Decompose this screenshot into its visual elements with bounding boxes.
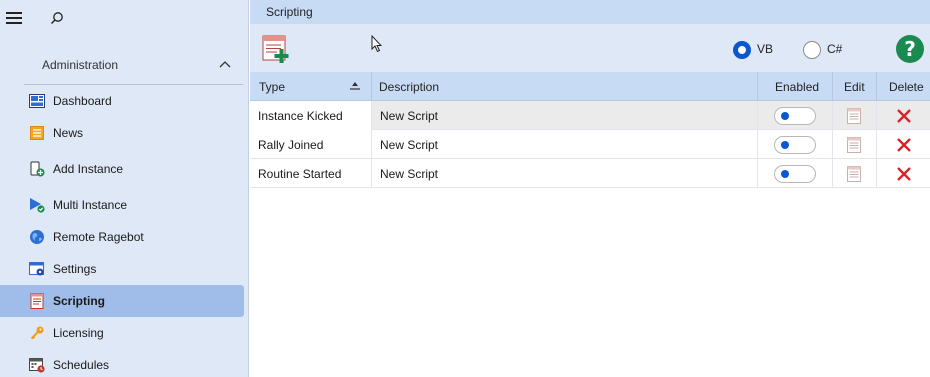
sidebar-item-label: News bbox=[53, 126, 84, 140]
sidebar-item-label: Settings bbox=[53, 262, 97, 276]
table-header: Type Description Enabled Edit Delete bbox=[250, 72, 930, 101]
sidebar-item-licensing[interactable]: Licensing bbox=[0, 317, 244, 349]
sidebar-item-news[interactable]: News bbox=[0, 117, 244, 149]
edit-cell bbox=[833, 101, 877, 130]
enabled-toggle[interactable] bbox=[774, 107, 816, 125]
settings-window-icon bbox=[29, 262, 44, 276]
sidebar-item-multi-instance[interactable]: Multi Instance bbox=[0, 189, 244, 221]
add-instance-icon bbox=[30, 161, 45, 177]
sidebar-item-label: Multi Instance bbox=[53, 198, 128, 212]
enabled-toggle[interactable] bbox=[774, 165, 816, 183]
delete-icon[interactable] bbox=[896, 166, 912, 182]
delete-cell bbox=[877, 101, 930, 130]
page-title: Scripting bbox=[266, 5, 313, 19]
toolbar: VB C# ? bbox=[250, 24, 930, 72]
edit-script-icon[interactable] bbox=[847, 108, 861, 124]
edit-cell bbox=[833, 130, 877, 159]
edit-script-icon[interactable] bbox=[847, 166, 861, 182]
administration-section-header[interactable]: Administration bbox=[0, 52, 249, 78]
csharp-radio-label[interactable]: C# bbox=[827, 42, 842, 56]
vb-radio[interactable] bbox=[733, 41, 751, 59]
script-icon bbox=[30, 293, 44, 309]
sort-ascending-icon bbox=[350, 82, 360, 90]
delete-cell bbox=[877, 159, 930, 188]
edit-cell bbox=[833, 159, 877, 188]
key-icon bbox=[30, 326, 44, 340]
column-header-edit[interactable]: Edit bbox=[833, 72, 877, 101]
table-row[interactable]: Instance Kicked New Script bbox=[250, 101, 930, 130]
column-header-delete[interactable]: Delete bbox=[877, 72, 930, 101]
csharp-radio[interactable] bbox=[803, 41, 821, 59]
delete-cell bbox=[877, 130, 930, 159]
multi-instance-icon bbox=[30, 198, 45, 213]
hamburger-menu-icon[interactable] bbox=[6, 12, 22, 24]
sidebar-item-label: Licensing bbox=[53, 326, 104, 340]
vb-radio-label[interactable]: VB bbox=[757, 42, 773, 56]
delete-icon[interactable] bbox=[896, 137, 912, 153]
type-cell[interactable]: Instance Kicked bbox=[250, 101, 372, 130]
page-title-bar: Scripting bbox=[250, 0, 930, 24]
sidebar-item-settings[interactable]: Settings bbox=[0, 253, 244, 285]
main-panel: Scripting VB C# ? Type Description Enabl… bbox=[250, 0, 930, 377]
sidebar-item-label: Dashboard bbox=[53, 94, 112, 108]
globe-icon bbox=[30, 230, 44, 244]
delete-icon[interactable] bbox=[896, 108, 912, 124]
add-script-icon[interactable] bbox=[262, 34, 292, 64]
search-icon[interactable] bbox=[50, 11, 64, 25]
enabled-cell bbox=[758, 130, 833, 159]
enabled-toggle[interactable] bbox=[774, 136, 816, 154]
column-header-type[interactable]: Type bbox=[250, 72, 372, 101]
sidebar-item-schedules[interactable]: Schedules bbox=[0, 349, 244, 377]
sidebar-item-scripting[interactable]: Scripting bbox=[0, 285, 244, 317]
table-row[interactable]: Rally Joined New Script bbox=[250, 130, 930, 159]
sidebar-item-label: Remote Ragebot bbox=[53, 230, 144, 244]
sidebar-item-label: Schedules bbox=[53, 358, 110, 372]
description-cell[interactable]: New Script bbox=[372, 101, 758, 130]
description-cell[interactable]: New Script bbox=[372, 159, 758, 188]
calendar-clock-icon bbox=[29, 358, 45, 373]
sidebar-item-add-instance[interactable]: Add Instance bbox=[0, 153, 244, 185]
section-title: Administration bbox=[42, 58, 119, 72]
enabled-cell bbox=[758, 101, 833, 130]
table-row[interactable]: Routine Started New Script bbox=[250, 159, 930, 188]
sidebar-item-label: Scripting bbox=[53, 294, 106, 308]
mouse-cursor-icon bbox=[371, 35, 383, 53]
chevron-up-icon[interactable] bbox=[219, 59, 231, 69]
column-header-enabled[interactable]: Enabled bbox=[758, 72, 833, 101]
column-header-description[interactable]: Description bbox=[372, 72, 758, 101]
sidebar-item-label: Add Instance bbox=[53, 162, 124, 176]
enabled-cell bbox=[758, 159, 833, 188]
dashboard-icon bbox=[29, 94, 45, 108]
type-cell[interactable]: Rally Joined bbox=[250, 130, 372, 159]
type-cell[interactable]: Routine Started bbox=[250, 159, 372, 188]
sidebar-item-remote-ragebot[interactable]: Remote Ragebot bbox=[0, 221, 244, 253]
description-cell[interactable]: New Script bbox=[372, 130, 758, 159]
help-button[interactable]: ? bbox=[896, 35, 924, 63]
sidebar-item-dashboard[interactable]: Dashboard bbox=[0, 85, 244, 117]
news-icon bbox=[30, 126, 44, 140]
edit-script-icon[interactable] bbox=[847, 137, 861, 153]
sidebar: Administration Dashboard News Add Instan… bbox=[0, 0, 249, 377]
